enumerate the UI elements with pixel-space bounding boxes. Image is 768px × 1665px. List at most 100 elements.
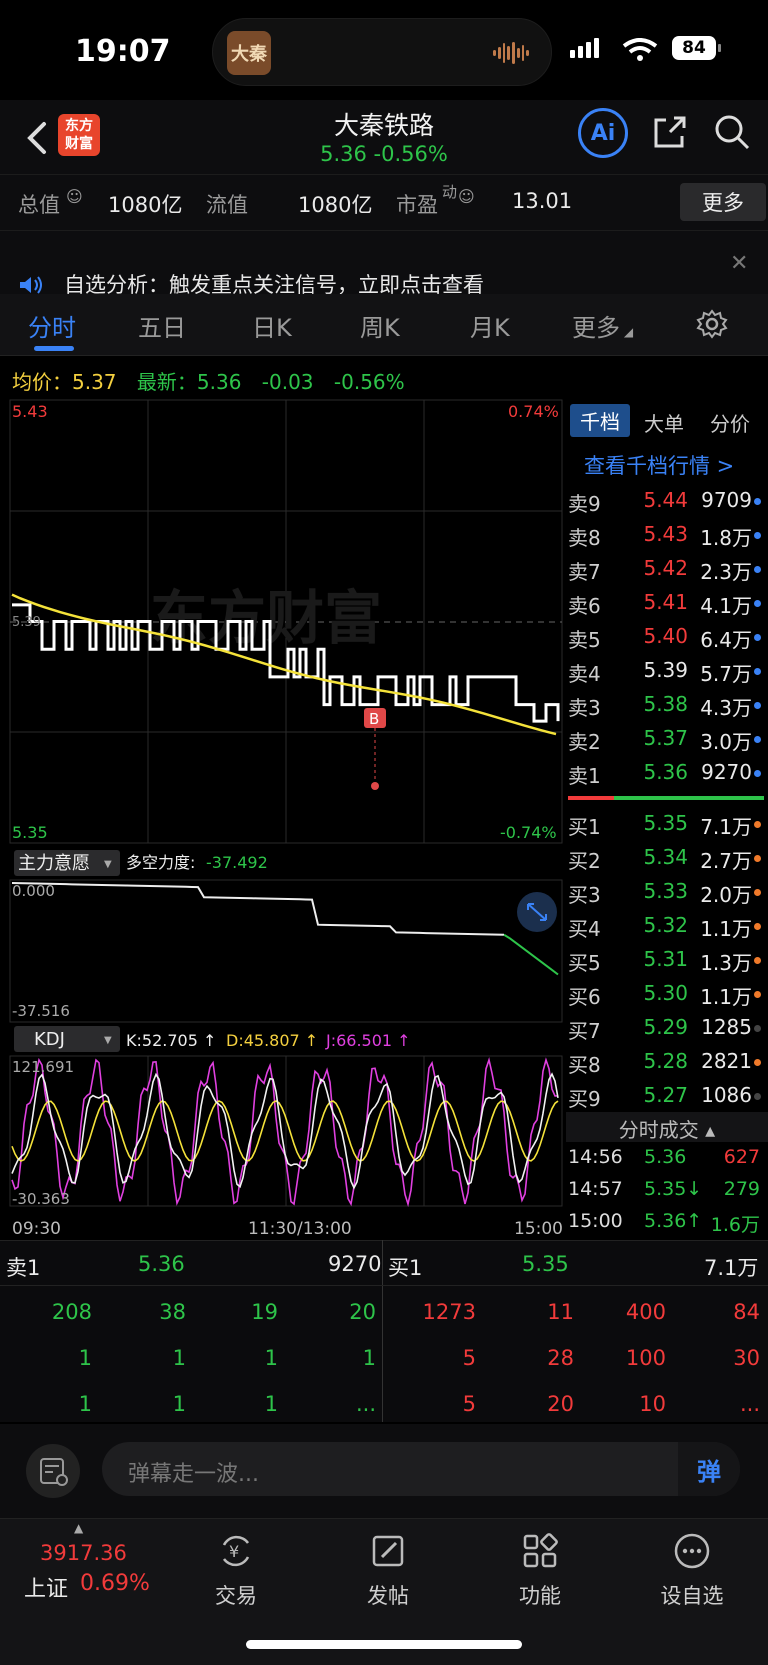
bid-volume: 1086 — [701, 1083, 752, 1107]
ask-row[interactable]: 卖5 5.40 6.4万 — [568, 620, 764, 654]
ask-volume: 5.7万 — [700, 662, 752, 686]
ask-row[interactable]: 卖9 5.44 9709 — [568, 484, 764, 518]
tick-volume: 627 — [723, 1146, 760, 1168]
more-button[interactable]: 更多 — [680, 183, 766, 221]
tab-price-dist[interactable]: 分价 — [710, 408, 750, 437]
nav-add-watchlist-label: 设自选 — [660, 1584, 724, 1608]
alert-banner[interactable]: 自选分析：触发重点关注信号，立即点击查看 ✕ — [0, 230, 768, 294]
ask-price: 5.40 — [643, 624, 688, 648]
ask-dot — [754, 498, 761, 505]
ask-price: 5.37 — [643, 726, 688, 750]
tick-time: 14:56 — [568, 1146, 623, 1168]
ask-price: 5.38 — [643, 692, 688, 716]
pe-value: 13.01 — [512, 189, 573, 213]
tab-intraday[interactable]: 分时 — [28, 308, 76, 343]
tab-weekly-k[interactable]: 周K — [360, 308, 400, 343]
ask-row[interactable]: 卖8 5.43 1.8万 — [568, 518, 764, 552]
ask-level-label: 卖9 — [568, 492, 601, 516]
collapse-caret-icon[interactable]: ▲ — [74, 1521, 83, 1535]
bid-row[interactable]: 买8 5.28 2821 — [568, 1045, 764, 1079]
pe-info-icon[interactable]: ☺ — [458, 187, 475, 206]
bid-row[interactable]: 买5 5.31 1.3万 — [568, 943, 764, 977]
wifi-icon — [622, 38, 658, 61]
danmu-settings-icon — [40, 1458, 68, 1486]
island-app-icon: 大秦 — [227, 31, 271, 75]
bid-row[interactable]: 买3 5.33 2.0万 — [568, 875, 764, 909]
ask-volume: 1.8万 — [700, 526, 752, 550]
bid-level-label: 买2 — [568, 849, 601, 873]
ask-row[interactable]: 卖4 5.39 5.7万 — [568, 654, 764, 688]
buy-queue-cell: 11 — [547, 1300, 574, 1324]
ask-level-label: 卖1 — [568, 764, 601, 788]
sell-queue-cell: ... — [355, 1392, 376, 1416]
kdj-k-line — [11, 1072, 559, 1190]
bid-row[interactable]: 买6 5.30 1.1万 — [568, 977, 764, 1011]
pct-low-label: -0.74% — [500, 823, 557, 842]
nav-functions[interactable]: 功能 — [480, 1525, 600, 1610]
close-icon[interactable]: ✕ — [730, 251, 748, 276]
bid-row[interactable]: 买4 5.32 1.1万 — [568, 909, 764, 943]
gear-icon[interactable] — [696, 308, 728, 340]
kdj-label: KDJ — [34, 1029, 65, 1050]
index-value[interactable]: 3917.36 — [40, 1541, 127, 1565]
ask-price: 5.39 — [643, 658, 688, 682]
tab-5day[interactable]: 五日 — [138, 308, 186, 343]
home-indicator[interactable] — [246, 1640, 522, 1649]
index-name[interactable]: 上证 — [24, 1571, 68, 1603]
info-icon[interactable]: ☺ — [66, 187, 83, 206]
share-icon[interactable] — [650, 112, 690, 152]
bid-row[interactable]: 买1 5.35 7.1万 — [568, 807, 764, 841]
ai-button[interactable]: Ai — [578, 108, 628, 158]
tab-monthly-k[interactable]: 月K — [470, 308, 510, 343]
bid-row[interactable]: 买2 5.34 2.7万 — [568, 841, 764, 875]
bid-volume: 1.3万 — [700, 951, 752, 975]
float-cap-label: 流值 — [206, 193, 248, 217]
danmu-send-button[interactable]: 弹 — [678, 1442, 740, 1496]
tab-underline — [34, 346, 74, 351]
thousand-level-link[interactable]: 查看千档行情 > — [584, 450, 734, 480]
tick-time: 15:00 — [568, 1210, 623, 1232]
price-high-label: 5.43 — [12, 402, 48, 421]
quote-line: 均价：5.37 最新：5.36 -0.03 -0.56% — [12, 366, 405, 395]
index-pct[interactable]: 0.69% — [80, 1571, 150, 1596]
bid-row[interactable]: 买7 5.29 1285 — [568, 1011, 764, 1045]
force-bottom-label: -37.516 — [12, 1002, 70, 1020]
tab-daily-k[interactable]: 日K — [252, 308, 292, 343]
bid-dot — [754, 1025, 761, 1032]
search-icon[interactable] — [712, 112, 752, 152]
bid-volume: 1285 — [701, 1015, 752, 1039]
ask-row[interactable]: 卖1 5.36 9270 — [568, 756, 764, 790]
tab-big-orders[interactable]: 大单 — [644, 408, 684, 437]
intraday-chart[interactable]: 东方财富 B 5.43 0.74% 5.39 5.35 -0.74% 主力意愿 … — [0, 398, 566, 1238]
danmu-input[interactable]: 弹幕走一波... 弹 — [102, 1442, 740, 1496]
bid-row[interactable]: 买9 5.27 1086 — [568, 1079, 764, 1113]
change-value: -0.03 — [261, 370, 314, 394]
post-icon — [372, 1535, 404, 1567]
buy-queue-cell: ... — [739, 1392, 760, 1416]
ask-volume: 4.3万 — [700, 696, 752, 720]
nav-post[interactable]: 发帖 — [328, 1525, 448, 1610]
ask-row[interactable]: 卖6 5.41 4.1万 — [568, 586, 764, 620]
bid-volume: 1.1万 — [700, 917, 752, 941]
ask-row[interactable]: 卖2 5.37 3.0万 — [568, 722, 764, 756]
ask-volume: 2.3万 — [700, 560, 752, 584]
tab-more[interactable]: 更多 ◢ — [572, 308, 633, 343]
buy-queue-cell: 30 — [733, 1346, 760, 1370]
tick-volume: 279 — [723, 1178, 760, 1200]
nav-trade[interactable]: ¥ 交易 — [176, 1525, 296, 1610]
tab-more-label: 更多 — [572, 314, 620, 342]
danmu-settings-button[interactable] — [26, 1444, 80, 1498]
float-cap-value: 1080亿 — [298, 193, 373, 217]
kdj-j: J:66.501 ↑ — [325, 1031, 411, 1050]
tab-thousand-level[interactable]: 千档 — [570, 404, 630, 437]
ask-volume: 3.0万 — [700, 730, 752, 754]
bid-level-label: 买8 — [568, 1053, 601, 1077]
nav-add-watchlist[interactable]: 设自选 — [632, 1525, 752, 1610]
ask-row[interactable]: 卖3 5.38 4.3万 — [568, 688, 764, 722]
bid-price: 5.34 — [643, 845, 688, 869]
tick-volume: 1.6万 — [710, 1214, 760, 1236]
bid-price: 5.30 — [643, 981, 688, 1005]
audio-wave-icon — [493, 41, 529, 65]
ask-row[interactable]: 卖7 5.42 2.3万 — [568, 552, 764, 586]
ticks-header[interactable]: 分时成交 ▴ — [566, 1112, 768, 1142]
